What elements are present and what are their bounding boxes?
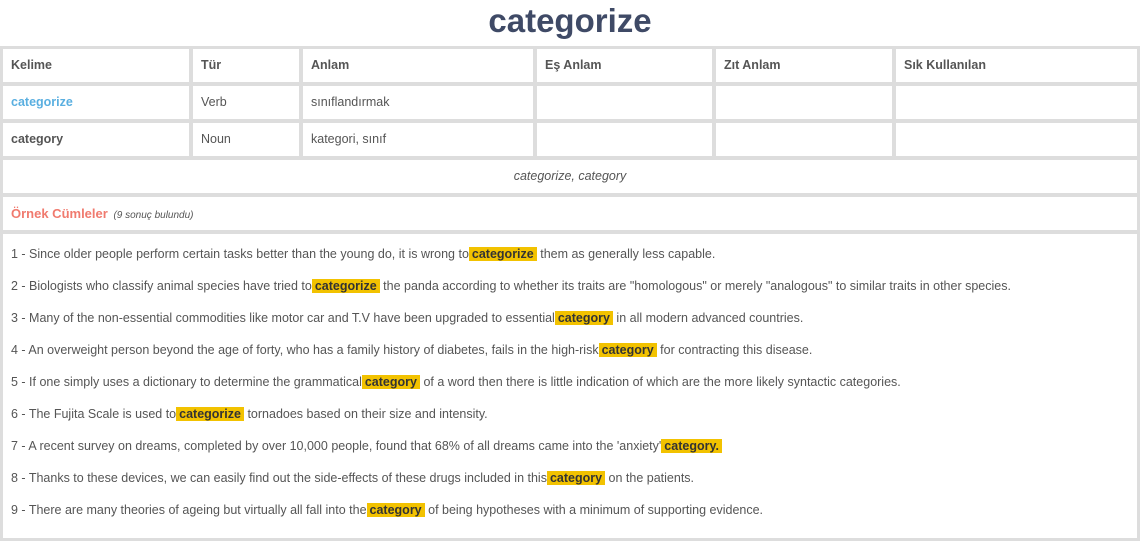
highlighted-word: category (361, 375, 420, 389)
sentence-text: 1 - Since older people perform certain t… (11, 247, 469, 261)
header-kelime: Kelime (3, 49, 189, 82)
list-item: 6 - The Fujita Scale is used to categoriz… (11, 398, 1129, 430)
word-text: category (11, 132, 64, 146)
synonym-cell (537, 86, 712, 119)
meaning-cell: sınıflandırmak (303, 86, 533, 119)
sentence-text: 9 - There are many theories of ageing bu… (11, 503, 367, 517)
list-item: 2 - Biologists who classify animal speci… (11, 270, 1129, 302)
highlighted-word: category. (661, 439, 722, 453)
highlighted-word: categorize (311, 279, 380, 293)
highlighted-word: categorize (176, 407, 244, 421)
antonym-cell (716, 86, 892, 119)
header-anlam: Anlam (303, 49, 533, 82)
header-zit-anlam: Zıt Anlam (716, 49, 892, 82)
table-row: categorize Verb sınıflandırmak (3, 86, 1137, 119)
sentence-text: for contracting this disease. (656, 343, 813, 357)
related-words: categorize, category (3, 160, 1137, 193)
page-title: categorize (488, 2, 652, 39)
list-item: 9 - There are many theories of ageing bu… (11, 494, 1129, 526)
dictionary-panel: Kelime Tür Anlam Eş Anlam Zıt Anlam Sık … (0, 46, 1140, 541)
highlighted-word: category (366, 503, 425, 517)
highlighted-word: category (554, 311, 613, 325)
examples-header: Örnek Cümleler (9 sonuç bulundu) (3, 197, 1137, 230)
highlighted-word: category (598, 343, 657, 357)
sentence-text: 4 - An overweight person beyond the age … (11, 343, 599, 357)
sentence-text: of a word then there is little indicatio… (419, 375, 901, 389)
sentence-text: 2 - Biologists who classify animal speci… (11, 279, 312, 293)
meaning-cell: kategori, sınıf (303, 123, 533, 156)
sentence-text: 8 - Thanks to these devices, we can easi… (11, 471, 547, 485)
list-item: 8 - Thanks to these devices, we can easi… (11, 462, 1129, 494)
sentence-text: the panda according to whether its trait… (379, 279, 1011, 293)
table-row: category Noun kategori, sınıf (3, 123, 1137, 156)
sentence-text: 6 - The Fujita Scale is used to (11, 407, 177, 421)
sentence-text: 7 - A recent survey on dreams, completed… (11, 439, 662, 453)
list-item: 5 - If one simply uses a dictionary to d… (11, 366, 1129, 398)
type-cell: Noun (193, 123, 299, 156)
type-cell: Verb (193, 86, 299, 119)
highlighted-word: categorize (468, 247, 537, 261)
sentence-text: tornadoes based on their size and intens… (243, 407, 488, 421)
word-cell: categorize (3, 86, 189, 119)
word-cell: category (3, 123, 189, 156)
sentence-text: 3 - Many of the non-essential commoditie… (11, 311, 555, 325)
antonym-cell (716, 123, 892, 156)
frequent-cell (896, 86, 1137, 119)
table-header-row: Kelime Tür Anlam Eş Anlam Zıt Anlam Sık … (3, 49, 1137, 82)
list-item: 4 - An overweight person beyond the age … (11, 334, 1129, 366)
sentence-text: 5 - If one simply uses a dictionary to d… (11, 375, 362, 389)
synonym-cell (537, 123, 712, 156)
sentence-text: in all modern advanced countries. (612, 311, 804, 325)
highlighted-word: category (546, 471, 606, 485)
list-item: 3 - Many of the non-essential commoditie… (11, 302, 1129, 334)
examples-label: Örnek Cümleler (11, 206, 108, 221)
list-item: 1 - Since older people perform certain t… (11, 238, 1129, 270)
header-tur: Tür (193, 49, 299, 82)
examples-count: (9 sonuç bulundu) (113, 210, 194, 221)
sentence-text: on the patients. (605, 471, 695, 485)
header-sik-kullanilan: Sık Kullanılan (896, 49, 1137, 82)
sentence-text: them as generally less capable. (536, 247, 716, 261)
list-item: 7 - A recent survey on dreams, completed… (11, 430, 1129, 462)
sentence-text: of being hypotheses with a minimum of su… (424, 503, 764, 517)
header-es-anlam: Eş Anlam (537, 49, 712, 82)
word-link[interactable]: categorize (11, 95, 73, 109)
example-sentences: 1 - Since older people perform certain t… (3, 234, 1137, 538)
frequent-cell (896, 123, 1137, 156)
